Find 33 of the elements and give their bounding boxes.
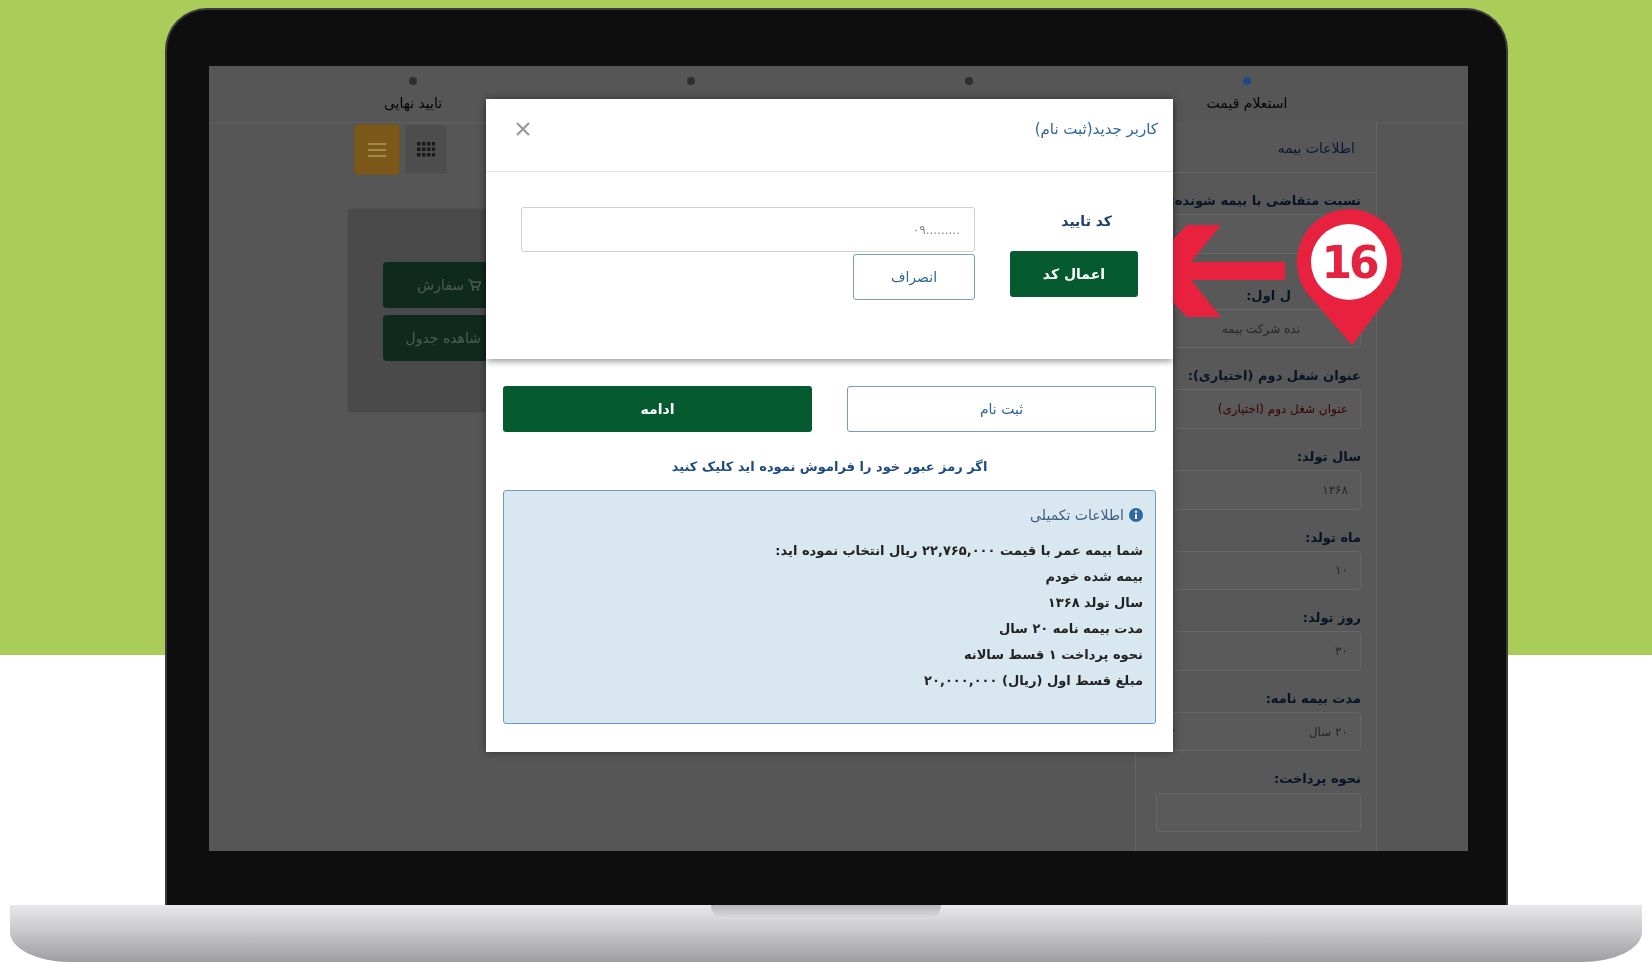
info-line: شما بیمه عمر با قیمت ۲۲,۷۶۵,۰۰۰ ریال انتخاب نموده اید: <box>774 543 1143 560</box>
cancel-button[interactable]: انصراف <box>853 254 975 300</box>
field-label: سال تولد: <box>1295 448 1361 465</box>
order-button[interactable]: سفارش <box>383 262 487 308</box>
field-label: مدت بیمه نامه: <box>1264 690 1361 706</box>
info-line: سال تولد ۱۳۶۸ <box>1046 595 1143 612</box>
field-label: عنوان شغل دوم (اختیاری): <box>1186 368 1361 384</box>
grid-icon <box>417 142 435 157</box>
info-line: مدت بیمه نامه ۲۰ سال <box>997 621 1143 638</box>
step-number: 16 <box>1320 235 1379 290</box>
code-field[interactable]: ۰۹......... <box>521 207 975 252</box>
menu-icon <box>368 142 386 157</box>
field-label: ماه تولد: <box>1304 529 1361 545</box>
forgot-password-link[interactable]: اگر رمز عبور خود را فراموش نموده اید کلیک کنید <box>671 459 988 474</box>
info-icon <box>1129 508 1143 522</box>
cart-icon <box>468 279 481 291</box>
step-label[interactable]: استعلام قیمت <box>1206 95 1288 111</box>
close-icon[interactable] <box>516 122 530 136</box>
grid-view-button[interactable] <box>404 124 448 175</box>
field-label: روز تولد: <box>1301 610 1361 626</box>
field-label: کد تایید <box>1060 212 1113 231</box>
continue-button[interactable]: ادامه <box>503 386 812 432</box>
field-label: ل اول: <box>1245 286 1292 303</box>
table-view-button[interactable]: شاهده جدول <box>383 315 487 361</box>
info-line: مبلغ قسط اول (ریال) ۲۰,۰۰۰,۰۰۰ <box>923 673 1143 690</box>
register-button[interactable]: ثبت نام <box>847 386 1156 432</box>
apply-code-button[interactable]: اعمال کد <box>1010 251 1138 297</box>
info-line: بیمه شده خودم <box>1044 569 1143 587</box>
info-line: نحوه پرداخت ۱ قسط سالانه <box>962 647 1143 664</box>
field-label: نحوه پرداخت: <box>1272 771 1361 787</box>
info-title: اطلاعات تکمیلی <box>1030 507 1124 523</box>
list-view-button[interactable] <box>354 124 400 175</box>
step-label[interactable]: تایید نهایی <box>383 95 443 111</box>
